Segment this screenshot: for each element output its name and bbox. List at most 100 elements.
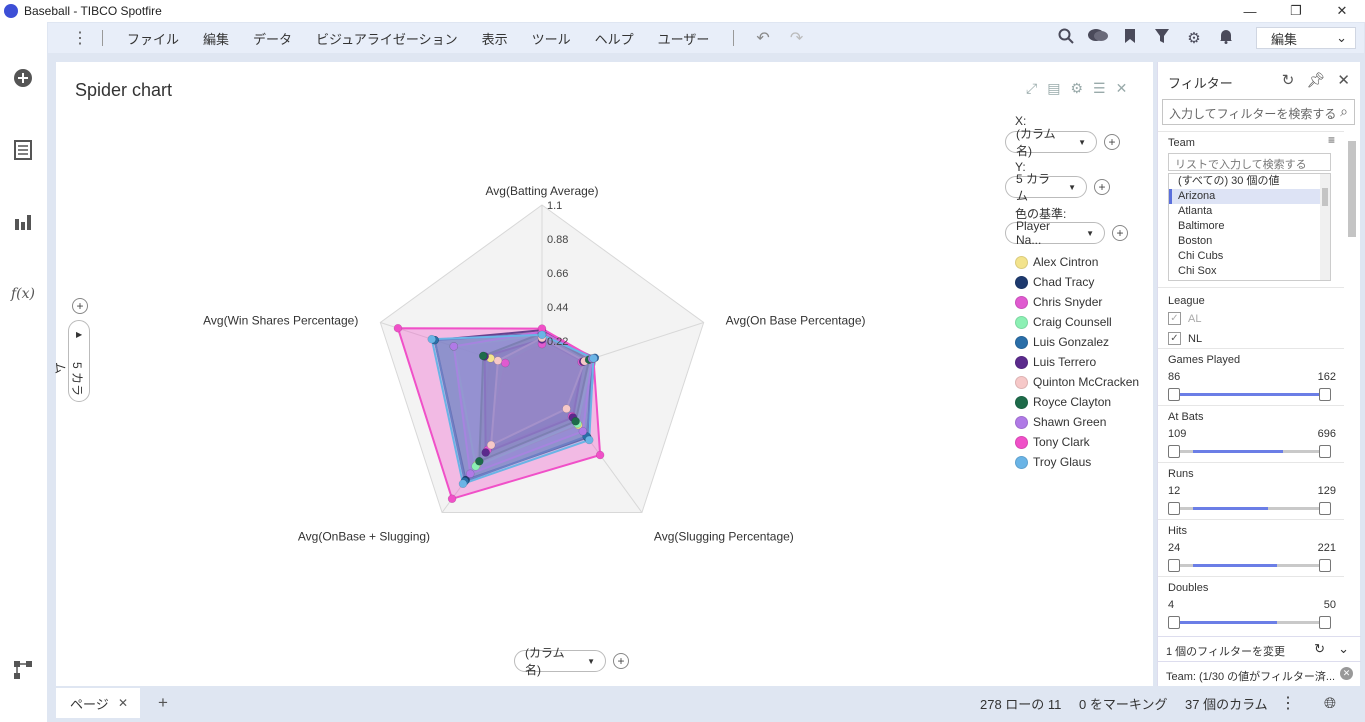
legend-label: Luis Gonzalez xyxy=(1033,335,1110,349)
chevron-down-icon[interactable]: ⌄ xyxy=(1338,641,1349,657)
collaboration-icon[interactable] xyxy=(1082,28,1114,48)
close-window-button[interactable]: ✕ xyxy=(1319,0,1365,22)
redo-icon[interactable]: ↷ xyxy=(780,28,813,48)
data-flow-icon[interactable] xyxy=(11,658,35,682)
filter-panel-title: フィルター xyxy=(1168,76,1233,91)
bookmark-icon[interactable] xyxy=(1114,28,1146,48)
legend-item[interactable]: Chad Tracy xyxy=(1015,274,1094,290)
legend-item[interactable]: Troy Glaus xyxy=(1015,454,1091,470)
team-list-scrollbar[interactable] xyxy=(1320,174,1330,280)
menu-view[interactable]: 表示 xyxy=(470,29,520,48)
pin-icon[interactable]: 📌︎ xyxy=(1306,71,1325,89)
separator xyxy=(1158,462,1344,463)
range-slider-min-handle[interactable] xyxy=(1168,502,1180,515)
add-data-icon[interactable] xyxy=(11,66,35,90)
filter-search-input[interactable]: 入力してフィルターを検索する ⌕ xyxy=(1162,99,1355,125)
league-nl-checkbox[interactable]: ✓ xyxy=(1168,332,1181,345)
range-slider-min-handle[interactable] xyxy=(1168,388,1180,401)
notification-bell-icon[interactable] xyxy=(1210,28,1242,48)
team-list: (すべての) 30 個の値 Arizona Atlanta Baltimore … xyxy=(1168,173,1331,281)
data-point xyxy=(393,323,403,333)
add-page-icon[interactable]: + xyxy=(158,693,168,713)
range-slider-max-handle[interactable] xyxy=(1319,502,1331,515)
visualization-icon[interactable] xyxy=(11,210,35,234)
legend-item[interactable]: Quinton McCracken xyxy=(1015,374,1139,390)
list-item[interactable]: Atlanta xyxy=(1169,204,1330,219)
legend-item[interactable]: Chris Snyder xyxy=(1015,294,1102,310)
row-count: 278 ローの 11 xyxy=(980,696,1062,712)
legend-item[interactable]: Royce Clayton xyxy=(1015,394,1111,410)
menu-file[interactable]: ファイル xyxy=(115,29,191,48)
legend-item[interactable]: Craig Counsell xyxy=(1015,314,1112,330)
range-slider-max-handle[interactable] xyxy=(1319,445,1331,458)
filter-icon[interactable] xyxy=(1146,28,1178,48)
close-filter-panel-icon[interactable]: ✕ xyxy=(1337,71,1350,89)
add-left-axis-button[interactable]: + xyxy=(72,298,88,314)
menu-visualization[interactable]: ビジュアライゼーション xyxy=(304,29,470,48)
more-options-icon[interactable]: ⋮ xyxy=(1280,688,1296,718)
settings-gear-icon[interactable]: ⚙ xyxy=(1178,29,1210,47)
legend-item[interactable]: Luis Gonzalez xyxy=(1015,334,1109,350)
legend-label: Chris Snyder xyxy=(1033,295,1103,309)
legend-item[interactable]: Tony Clark xyxy=(1015,434,1090,450)
maximize-button[interactable]: ❐ xyxy=(1273,0,1319,22)
range-min-value: 86 xyxy=(1168,371,1181,383)
spider-chart: 1.1 0.88 0.66 0.44 0.22 Avg(Batting Average) A… xyxy=(203,184,865,544)
mode-select[interactable]: 編集 ⌄ xyxy=(1256,27,1356,49)
league-al-checkbox[interactable]: ✓ xyxy=(1168,312,1181,325)
menu-edit[interactable]: 編集 xyxy=(191,29,241,48)
legend-swatch xyxy=(1015,375,1028,389)
legend-item[interactable]: Luis Terrero xyxy=(1015,354,1096,370)
undo-icon[interactable]: ↶ xyxy=(746,28,779,48)
remove-filter-icon[interactable]: ✕ xyxy=(1340,667,1353,680)
range-slider-min-handle[interactable] xyxy=(1168,445,1180,458)
close-page-icon[interactable]: ✕ xyxy=(118,696,128,710)
y-axis-selector[interactable]: 5 カラム ▼ xyxy=(1005,172,1087,203)
range-slider-max-handle[interactable] xyxy=(1319,559,1331,572)
list-item[interactable]: Arizona xyxy=(1169,189,1330,204)
page-tab[interactable]: ページ ✕ xyxy=(56,688,140,718)
more-menu-icon[interactable]: ⋮ xyxy=(70,28,90,48)
x-axis-selector[interactable]: (カラム名) ▼ xyxy=(1005,127,1097,158)
legend-item[interactable]: Shawn Green xyxy=(1015,414,1106,430)
range-slider-min-handle[interactable] xyxy=(1168,616,1180,629)
list-item[interactable]: Baltimore xyxy=(1169,219,1330,234)
range-max-value: 696 xyxy=(1317,428,1336,440)
team-filter-menu-icon[interactable]: ≡ xyxy=(1328,133,1335,147)
separator xyxy=(1158,519,1344,520)
search-icon[interactable] xyxy=(1050,28,1082,48)
range-min-value: 24 xyxy=(1168,542,1181,554)
active-filter-chip: Team: (1/30 の値がフィルター済... ✕ xyxy=(1158,661,1361,685)
legend-label: Luis Terrero xyxy=(1033,355,1097,369)
globe-icon[interactable]: 🌐︎ xyxy=(1324,688,1336,718)
menu-help[interactable]: ヘルプ xyxy=(583,29,646,48)
list-item[interactable]: Chi Sox xyxy=(1169,264,1330,279)
add-y-axis-button[interactable]: + xyxy=(1094,179,1110,195)
list-item[interactable]: Chi Cubs xyxy=(1169,249,1330,264)
reset-filters-icon[interactable]: ↻ xyxy=(1282,71,1295,89)
range-slider-max-handle[interactable] xyxy=(1319,616,1331,629)
color-by-selector[interactable]: Player Na... ▼ xyxy=(1005,219,1105,247)
menu-tools[interactable]: ツール xyxy=(520,29,583,48)
add-category-axis-button[interactable]: + xyxy=(613,653,629,669)
menu-data[interactable]: データ xyxy=(241,29,304,48)
filter-panel-scrollbar[interactable] xyxy=(1348,131,1356,637)
list-item[interactable]: (すべての) 30 個の値 xyxy=(1169,174,1330,189)
spotfire-logo-icon xyxy=(4,4,18,18)
minimize-button[interactable]: — xyxy=(1227,0,1273,22)
range-slider-max-handle[interactable] xyxy=(1319,388,1331,401)
team-list-search-input[interactable]: リストで入力して検索する xyxy=(1168,153,1331,171)
add-x-axis-button[interactable]: + xyxy=(1104,134,1120,150)
range-slider-min-handle[interactable] xyxy=(1168,559,1180,572)
menu-user[interactable]: ユーザー xyxy=(646,29,722,48)
add-color-by-button[interactable]: + xyxy=(1112,225,1128,241)
range-slider-fill xyxy=(1193,450,1283,453)
reset-icon[interactable]: ↻ xyxy=(1314,641,1325,657)
data-point xyxy=(465,469,475,479)
function-icon[interactable]: f(x) xyxy=(11,282,35,306)
list-item[interactable]: Boston xyxy=(1169,234,1330,249)
x-axis-value: (カラム名) xyxy=(1016,127,1056,158)
data-table-icon[interactable] xyxy=(11,138,35,162)
category-axis-selector[interactable]: (カラム名) ▼ xyxy=(514,646,606,677)
legend-item[interactable]: Alex Cintron xyxy=(1015,254,1098,270)
